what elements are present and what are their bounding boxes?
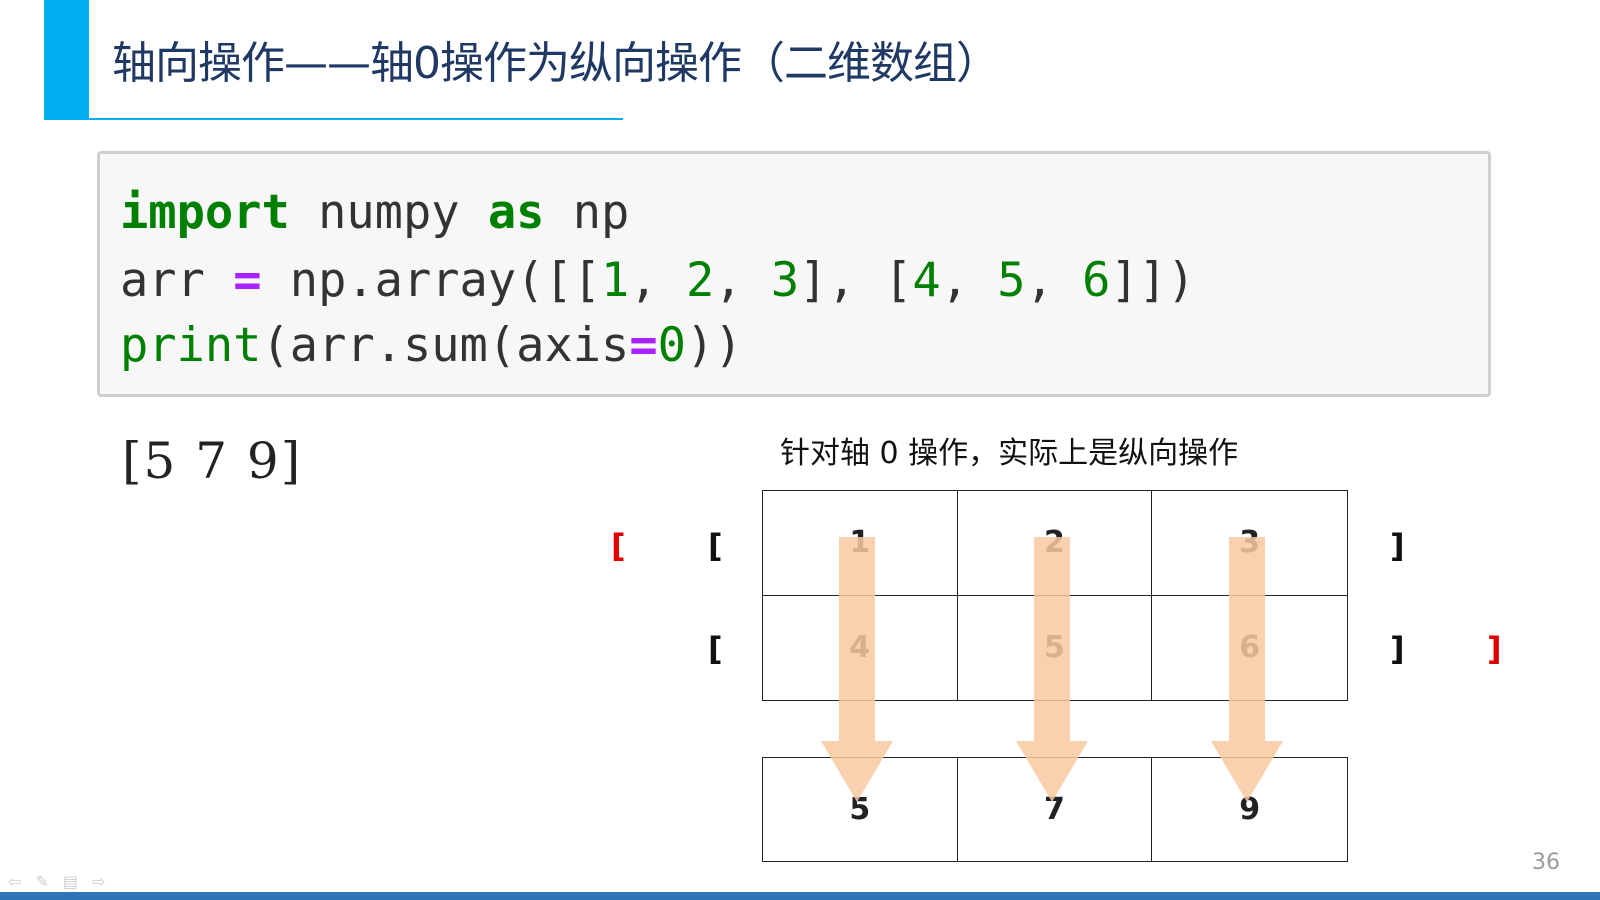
- code-text: ], [: [799, 253, 913, 308]
- row2-open-bracket: [: [708, 630, 723, 668]
- row1-open-bracket: [: [708, 527, 723, 565]
- result-cell: 9: [1239, 792, 1261, 827]
- code-text: ,: [940, 253, 998, 308]
- matrix-cell: 3: [1152, 491, 1347, 596]
- code-line-import: import numpy as np: [120, 189, 629, 236]
- code-text: np: [544, 185, 630, 240]
- code-text: np.array([[: [261, 253, 602, 308]
- slideshow-controls: ⇦ ✎ ▤ ⇨: [8, 872, 105, 891]
- operator-assign: =: [629, 318, 658, 373]
- code-number: 5: [997, 253, 1026, 308]
- result-cell: 5: [763, 758, 958, 861]
- code-number: 4: [912, 253, 941, 308]
- code-line-array: arr = np.array([[1, 2, 3], [4, 5, 6]]): [120, 257, 1195, 304]
- code-text: ,: [1025, 253, 1083, 308]
- prev-arrow-icon[interactable]: ⇦: [8, 872, 21, 891]
- menu-icon[interactable]: ▤: [63, 872, 78, 891]
- page-number: 36: [1532, 850, 1560, 875]
- next-arrow-icon[interactable]: ⇨: [92, 872, 105, 891]
- footer-bar: [0, 892, 1600, 900]
- diagram-caption: 针对轴 0 操作，实际上是纵向操作: [780, 436, 1239, 471]
- slide-title: 轴向操作——轴0操作为纵向操作（二维数组）: [112, 38, 1000, 89]
- matrix-cell: 6: [1239, 630, 1261, 666]
- code-text: numpy: [289, 185, 488, 240]
- input-matrix: 1 2 3 4 5 6: [762, 490, 1348, 701]
- keyword-import: import: [120, 185, 290, 240]
- code-output: [5 7 9]: [122, 432, 303, 490]
- row1-close-bracket: ]: [1390, 527, 1405, 565]
- outer-open-bracket: [: [611, 527, 626, 565]
- code-number: 0: [657, 318, 686, 373]
- matrix-cell: 4: [763, 595, 958, 700]
- result-cell: 7: [958, 758, 1153, 861]
- code-text: ,: [714, 253, 771, 308]
- result-row: 5 7 9: [762, 757, 1348, 862]
- code-number: 2: [685, 253, 715, 308]
- code-number: 1: [601, 253, 630, 308]
- matrix-cell: 2: [957, 491, 1153, 596]
- code-text: (arr.sum(axis: [261, 318, 630, 373]
- operator-assign: =: [233, 253, 262, 308]
- code-text: ]]): [1110, 253, 1196, 308]
- code-number: 3: [770, 253, 800, 308]
- code-block: import numpy as np arr = np.array([[1, 2…: [97, 151, 1491, 397]
- matrix-cell: 1: [763, 491, 958, 596]
- matrix-cell: 5: [958, 595, 1153, 700]
- keyword-as: as: [487, 185, 545, 240]
- outer-close-bracket: ]: [1487, 630, 1502, 668]
- code-line-print: print(arr.sum(axis=0)): [120, 322, 743, 369]
- row2-close-bracket: ]: [1390, 630, 1405, 668]
- title-underline: [44, 118, 623, 120]
- code-text: arr: [120, 253, 234, 308]
- title-accent-bar: [44, 0, 89, 119]
- builtin-print: print: [120, 318, 262, 373]
- pen-icon[interactable]: ✎: [35, 872, 48, 891]
- code-number: 6: [1082, 253, 1111, 308]
- code-text: )): [685, 318, 743, 373]
- code-text: ,: [629, 253, 686, 308]
